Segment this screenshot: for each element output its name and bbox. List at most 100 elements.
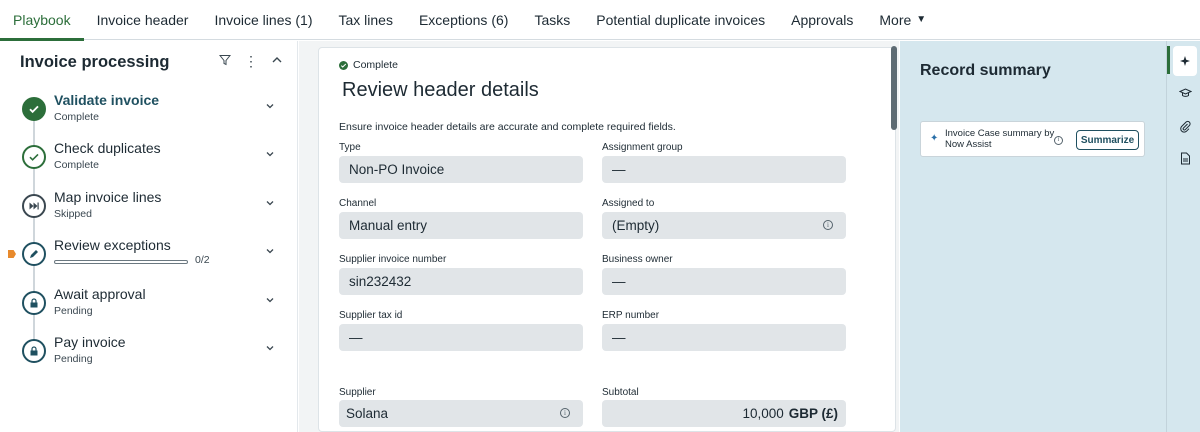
erp-number-label: ERP number: [602, 310, 660, 321]
card-status: Complete: [339, 59, 398, 71]
step-pay-invoice[interactable]: Pay invoice Pending: [0, 333, 298, 377]
channel-field[interactable]: Manual entry: [339, 212, 583, 239]
tab-label: Invoice lines (1): [214, 11, 313, 28]
summarize-button[interactable]: Summarize: [1076, 130, 1139, 150]
step-status: Pending: [54, 305, 93, 317]
step-check-duplicates[interactable]: Check duplicates Complete: [0, 139, 298, 183]
step-await-approval[interactable]: Await approval Pending: [0, 285, 298, 329]
step-progress-label: 0/2: [195, 254, 210, 266]
business-owner-value: —: [612, 274, 626, 289]
step-title: Review exceptions: [54, 237, 171, 253]
supplier-invoice-number-label: Supplier invoice number: [339, 254, 447, 265]
assist-text: Invoice Case summary by Now Assist: [945, 128, 1055, 150]
chevron-down-icon[interactable]: [265, 101, 275, 114]
supplier-tax-id-field[interactable]: —: [339, 324, 583, 351]
tab-bar: Playbook Invoice header Invoice lines (1…: [0, 0, 1200, 41]
step-status: Skipped: [54, 208, 92, 220]
step-title: Check duplicates: [54, 140, 161, 156]
document-icon[interactable]: [1174, 147, 1196, 169]
tab-label: Approvals: [791, 11, 854, 28]
supplier-field[interactable]: Solana i: [339, 400, 583, 427]
record-summary-panel: Record summary ✦ Invoice Case summary by…: [900, 41, 1166, 432]
step-validate-invoice[interactable]: Validate invoice Complete: [0, 91, 298, 135]
tab-label: Tasks: [534, 11, 571, 28]
review-header-card: Complete Review header details Ensure in…: [318, 47, 896, 432]
sparkle-icon: ✦: [930, 133, 939, 144]
info-icon[interactable]: i: [560, 408, 570, 418]
side-icon-rail: [1166, 41, 1200, 432]
tab-invoice-lines[interactable]: Invoice lines (1): [201, 0, 325, 40]
tab-potential-duplicates[interactable]: Potential duplicate invoices: [583, 0, 778, 40]
subtotal-field[interactable]: 10,000 GBP (£): [602, 400, 846, 427]
tab-label: Playbook: [13, 11, 71, 28]
type-label: Type: [339, 142, 361, 153]
now-assist-card: ✦ Invoice Case summary by Now Assist i S…: [920, 121, 1145, 157]
assigned-to-value: (Empty): [612, 218, 660, 233]
tab-more[interactable]: More ▼: [866, 0, 939, 40]
step-title: Map invoice lines: [54, 189, 162, 205]
chevron-down-icon[interactable]: [265, 343, 275, 356]
summarize-label: Summarize: [1080, 134, 1135, 146]
step-title: Validate invoice: [54, 92, 160, 108]
more-vertical-icon[interactable]: ⋮: [244, 53, 258, 70]
supplier-label: Supplier: [339, 387, 376, 398]
step-map-invoice-lines[interactable]: Map invoice lines Skipped: [0, 188, 298, 232]
step-status: Complete: [54, 111, 99, 123]
channel-value: Manual entry: [349, 218, 428, 233]
playbook-controls: ⋮: [218, 53, 284, 70]
info-icon[interactable]: i: [823, 220, 833, 230]
step-title: Pay invoice: [54, 334, 126, 350]
sparkle-icon[interactable]: [1173, 46, 1197, 76]
playbook-panel: Invoice processing ⋮ Validate invoice Co…: [0, 41, 298, 432]
tab-invoice-header[interactable]: Invoice header: [84, 0, 202, 40]
chevron-down-icon[interactable]: [265, 149, 275, 162]
content-scrollbar[interactable]: [891, 46, 897, 130]
filter-icon[interactable]: [218, 53, 232, 70]
step-status: Pending: [54, 353, 93, 365]
tab-label: Invoice header: [96, 11, 189, 28]
record-summary-title: Record summary: [920, 62, 1051, 79]
assigned-to-field[interactable]: (Empty) i: [602, 212, 846, 239]
check-outline-icon: [22, 145, 46, 169]
step-review-exceptions[interactable]: Review exceptions 0/2: [0, 236, 298, 280]
caret-down-icon: ▼: [916, 14, 927, 25]
graduation-cap-icon[interactable]: [1174, 82, 1196, 104]
supplier-tax-id-label: Supplier tax id: [339, 310, 403, 321]
step-progress-bar: [54, 260, 188, 264]
tab-tasks[interactable]: Tasks: [521, 0, 583, 40]
info-icon[interactable]: i: [1054, 136, 1063, 145]
business-owner-field[interactable]: —: [602, 268, 846, 295]
chevron-up-icon[interactable]: [270, 53, 284, 70]
tab-label: Tax lines: [338, 11, 393, 28]
chevron-down-icon[interactable]: [265, 295, 275, 308]
content-area: Complete Review header details Ensure in…: [299, 41, 899, 432]
selected-indicator: [1167, 46, 1170, 74]
subtotal-label: Subtotal: [602, 387, 639, 398]
card-title: Review header details: [342, 79, 539, 101]
playbook-title: Invoice processing: [20, 53, 170, 71]
tab-playbook[interactable]: Playbook: [0, 0, 84, 41]
assignment-group-field[interactable]: —: [602, 156, 846, 183]
tab-approvals[interactable]: Approvals: [778, 0, 866, 40]
tab-exceptions[interactable]: Exceptions (6): [406, 0, 521, 40]
supplier-invoice-number-value: sin232432: [349, 274, 412, 289]
tab-label: More: [879, 11, 912, 28]
chevron-down-icon[interactable]: [265, 246, 275, 259]
check-filled-icon: [339, 60, 348, 70]
type-field[interactable]: Non-PO Invoice: [339, 156, 583, 183]
supplier-invoice-number-field[interactable]: sin232432: [339, 268, 583, 295]
business-owner-label: Business owner: [602, 254, 673, 265]
chevron-down-icon[interactable]: [265, 198, 275, 211]
subtotal-currency: GBP (£): [788, 406, 838, 421]
supplier-value: Solana: [346, 406, 389, 421]
assigned-to-label: Assigned to: [602, 198, 655, 209]
erp-number-field[interactable]: —: [602, 324, 846, 351]
tab-tax-lines[interactable]: Tax lines: [325, 0, 405, 40]
channel-label: Channel: [339, 198, 377, 209]
pencil-icon: [22, 242, 46, 266]
skip-forward-icon: [22, 194, 46, 218]
paperclip-icon[interactable]: [1174, 115, 1196, 137]
subtotal-amount: 10,000 GBP (£): [742, 406, 838, 421]
lock-icon: [22, 339, 46, 363]
type-value: Non-PO Invoice: [349, 162, 445, 177]
